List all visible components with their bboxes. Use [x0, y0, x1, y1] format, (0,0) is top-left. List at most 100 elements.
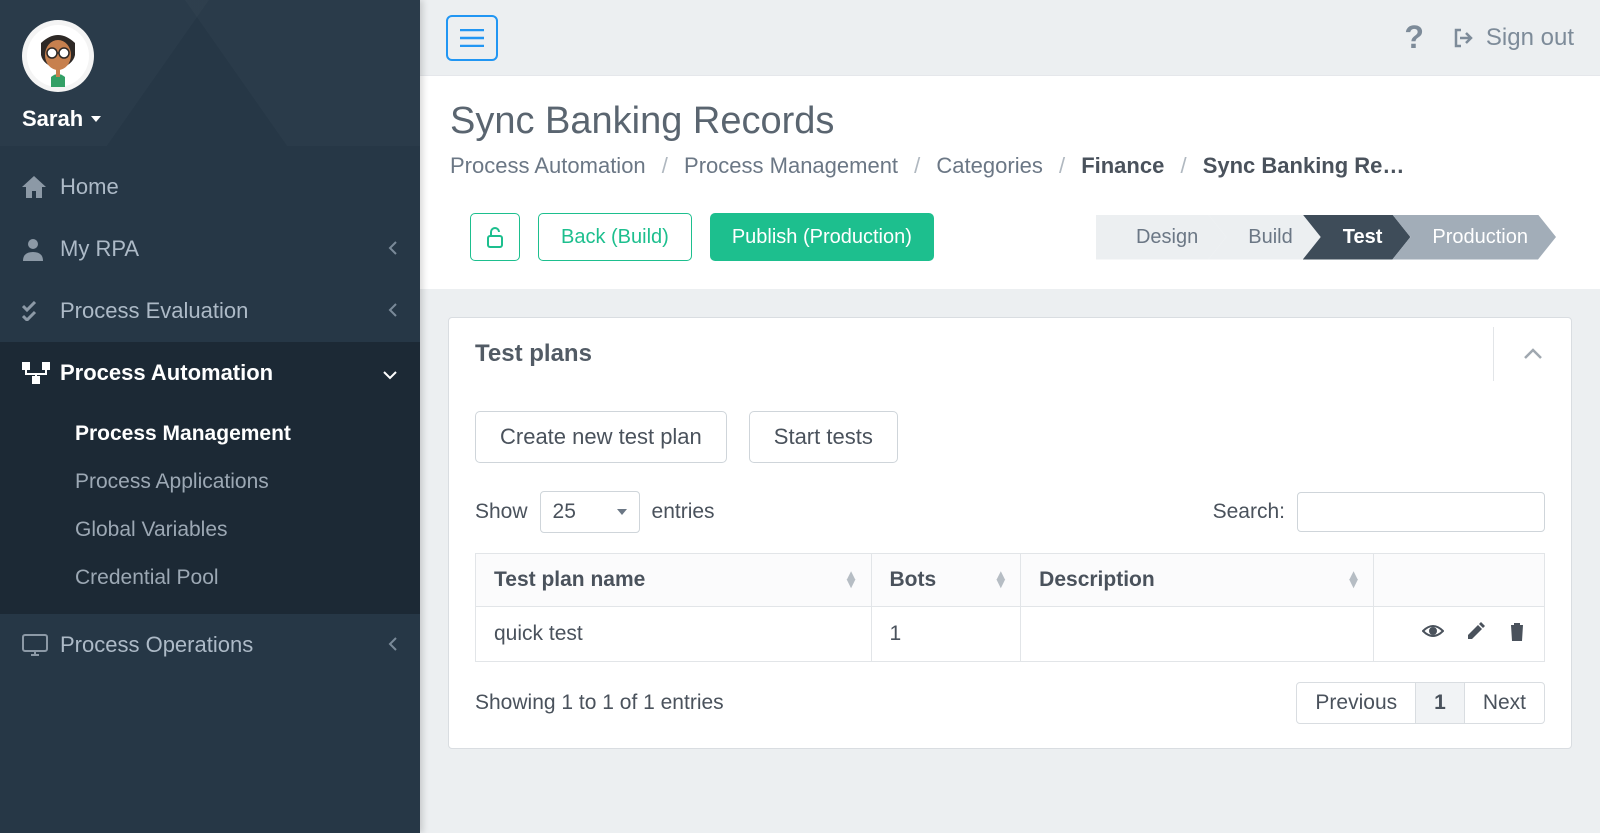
step-production[interactable]: Production: [1392, 215, 1556, 260]
back-button-label: Back (Build): [561, 226, 669, 249]
sidebar-item-process-applications[interactable]: Process Applications: [0, 458, 420, 506]
chevron-left-icon: [388, 298, 398, 324]
monitor-icon: [22, 634, 60, 656]
sidebar-sub-label: Credential Pool: [75, 566, 219, 589]
help-icon[interactable]: ?: [1404, 19, 1424, 56]
table-footer: Showing 1 to 1 of 1 entries Previous 1 N…: [475, 682, 1545, 724]
edit-action[interactable]: [1466, 621, 1486, 647]
sort-icon: ▲▼: [844, 572, 859, 588]
caret-down-icon: [617, 509, 627, 515]
topbar: ? Sign out: [420, 0, 1600, 76]
create-test-plan-button[interactable]: Create new test plan: [475, 411, 727, 463]
sidebar-item-label: Process Automation: [60, 360, 273, 386]
view-action[interactable]: [1422, 621, 1444, 647]
signout-link[interactable]: Sign out: [1452, 24, 1574, 52]
sidebar-sub-label: Process Management: [75, 422, 291, 445]
username-label: Sarah: [22, 106, 83, 132]
sidebar-item-global-variables[interactable]: Global Variables: [0, 506, 420, 554]
chevron-up-icon: [1523, 348, 1543, 360]
pager-previous[interactable]: Previous: [1296, 682, 1416, 724]
search-label: Search:: [1213, 500, 1285, 524]
table-row: quick test 1: [476, 607, 1545, 662]
cell-actions: [1373, 607, 1544, 662]
trash-icon: [1508, 621, 1526, 641]
panel-body: Create new test plan Start tests Show 25…: [449, 391, 1571, 748]
action-left: Back (Build) Publish (Production): [470, 213, 934, 261]
pager-page[interactable]: 1: [1415, 682, 1465, 724]
back-button[interactable]: Back (Build): [538, 213, 692, 261]
col-bots[interactable]: Bots▲▼: [871, 554, 1021, 607]
delete-action[interactable]: [1508, 621, 1526, 647]
panel-collapse-button[interactable]: [1493, 327, 1571, 381]
sort-icon: ▲▼: [1346, 572, 1361, 588]
publish-button[interactable]: Publish (Production): [710, 213, 934, 261]
step-design[interactable]: Design: [1096, 215, 1226, 260]
panel-title: Test plans: [475, 340, 592, 368]
page-title: Sync Banking Records: [450, 100, 1570, 143]
sidebar-item-home[interactable]: Home: [0, 156, 420, 218]
breadcrumb-item[interactable]: Process Automation: [450, 153, 646, 178]
action-row: Back (Build) Publish (Production) Design…: [450, 213, 1570, 261]
sidebar-subnav: Process Management Process Applications …: [0, 404, 420, 614]
sidebar: Sarah Home My RPA: [0, 0, 420, 833]
publish-button-label: Publish (Production): [732, 226, 912, 249]
test-plans-table: Test plan name▲▼ Bots▲▼ Description▲▼ qu…: [475, 553, 1545, 662]
show-label: Show: [475, 500, 528, 524]
main: ? Sign out Sync Banking Records Process …: [420, 0, 1600, 833]
sidebar-item-label: Process Evaluation: [60, 298, 248, 324]
hamburger-icon: [460, 29, 484, 47]
pager-next[interactable]: Next: [1464, 682, 1545, 724]
workflow-stepper: Design Build Test Production: [1096, 215, 1556, 260]
avatar-icon: [27, 25, 89, 87]
search-input[interactable]: [1297, 492, 1545, 532]
person-icon: [22, 237, 60, 261]
checklist-icon: [22, 301, 60, 321]
col-testplan-name[interactable]: Test plan name▲▼: [476, 554, 872, 607]
start-tests-button[interactable]: Start tests: [749, 411, 898, 463]
username-dropdown[interactable]: Sarah: [22, 106, 398, 132]
page-size-select[interactable]: 25: [540, 491, 640, 533]
breadcrumb-item[interactable]: Process Management: [684, 153, 898, 178]
page-size-value: 25: [553, 500, 576, 524]
caret-down-icon: [91, 116, 101, 122]
table-info: Showing 1 to 1 of 1 entries: [475, 691, 724, 715]
test-plan-actions: Create new test plan Start tests: [475, 411, 1545, 463]
breadcrumb-item[interactable]: Categories: [936, 153, 1042, 178]
page-header: Sync Banking Records Process Automation …: [420, 76, 1600, 261]
sidebar-profile: Sarah: [0, 0, 420, 146]
signout-label: Sign out: [1486, 24, 1574, 52]
col-actions: [1373, 554, 1544, 607]
lock-button[interactable]: [470, 213, 520, 261]
signout-icon: [1452, 26, 1476, 50]
edit-icon: [1466, 621, 1486, 641]
sidebar-item-myrpa[interactable]: My RPA: [0, 218, 420, 280]
content-area: Test plans Create new test plan Start te…: [420, 289, 1600, 833]
table-toolbar: Show 25 entries Search:: [475, 491, 1545, 533]
col-description[interactable]: Description▲▼: [1021, 554, 1374, 607]
sidebar-item-process-automation[interactable]: Process Automation: [0, 342, 420, 404]
show-entries: Show 25 entries: [475, 491, 715, 533]
cell-description: [1021, 607, 1374, 662]
cell-bots: 1: [871, 607, 1021, 662]
pagination: Previous 1 Next: [1297, 682, 1545, 724]
avatar[interactable]: [22, 20, 94, 92]
sidebar-nav: Home My RPA Process Evaluation: [0, 146, 420, 676]
test-plans-panel: Test plans Create new test plan Start te…: [448, 317, 1572, 749]
topbar-right: ? Sign out: [1404, 19, 1574, 56]
sidebar-sub-label: Process Applications: [75, 470, 269, 493]
menu-toggle-button[interactable]: [446, 15, 498, 61]
breadcrumb-item[interactable]: Finance: [1081, 153, 1164, 178]
breadcrumb: Process Automation / Process Management …: [450, 153, 1570, 179]
sort-icon: ▲▼: [993, 572, 1008, 588]
search-wrap: Search:: [1213, 492, 1545, 532]
sidebar-item-label: My RPA: [60, 236, 139, 262]
sidebar-item-credential-pool[interactable]: Credential Pool: [0, 554, 420, 602]
unlock-icon: [486, 226, 504, 248]
sidebar-item-process-operations[interactable]: Process Operations: [0, 614, 420, 676]
sidebar-item-process-management[interactable]: Process Management: [0, 410, 420, 458]
eye-icon: [1422, 623, 1444, 639]
sidebar-item-label: Process Operations: [60, 632, 253, 658]
sidebar-item-label: Home: [60, 174, 119, 200]
sidebar-item-process-evaluation[interactable]: Process Evaluation: [0, 280, 420, 342]
panel-header: Test plans: [449, 318, 1571, 391]
